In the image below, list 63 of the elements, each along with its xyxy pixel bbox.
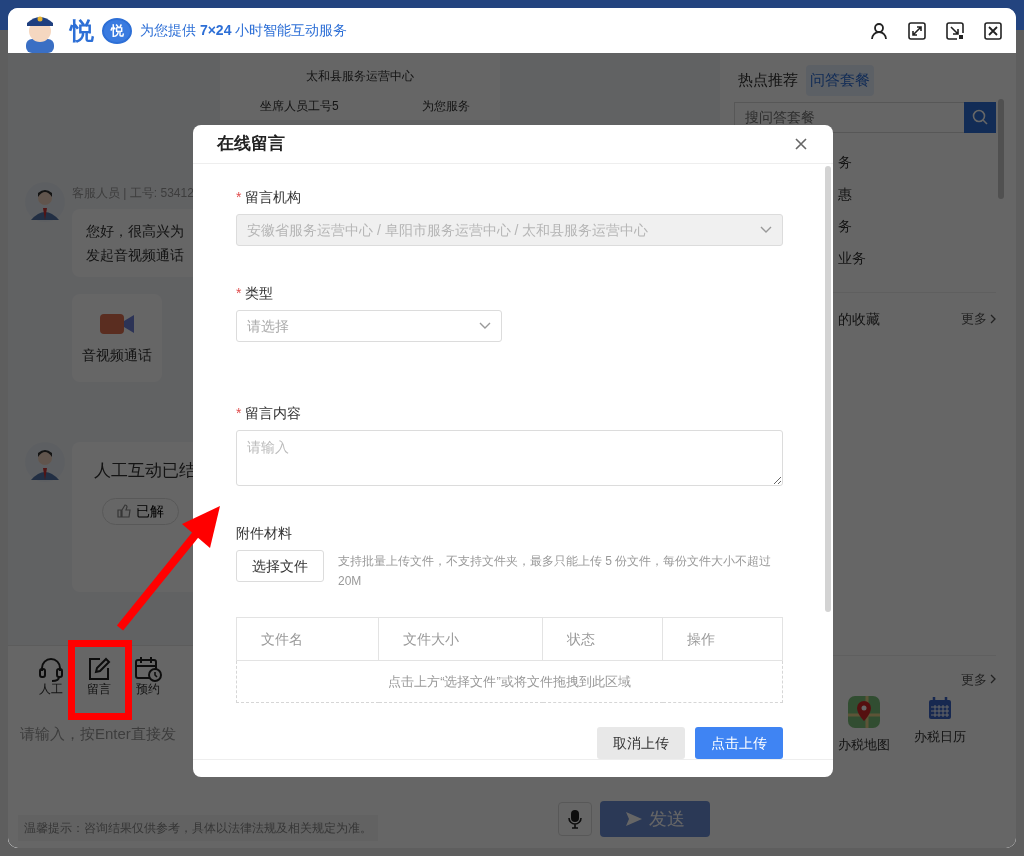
microphone-icon bbox=[568, 809, 582, 829]
slogan-text: 为您提供 7×24 小时智能互动服务 bbox=[140, 21, 348, 40]
map-pin-icon bbox=[847, 695, 881, 729]
field-label-text: 类型 bbox=[245, 285, 274, 302]
tool-shortcut[interactable]: 办税地图 bbox=[838, 695, 890, 755]
brand-name: 悦 bbox=[70, 18, 94, 43]
required-mark: * bbox=[236, 285, 242, 302]
user-icon[interactable] bbox=[870, 21, 888, 40]
chevron-right-icon bbox=[990, 314, 996, 324]
chevron-icon bbox=[479, 322, 491, 331]
panel-tab[interactable]: 热点推荐 bbox=[734, 65, 802, 96]
toolbar-button[interactable]: 留言 bbox=[82, 656, 116, 705]
field-label-text: 留言机构 bbox=[245, 189, 302, 206]
scrollbar-thumb[interactable] bbox=[825, 166, 831, 613]
list-item[interactable]: 务 bbox=[838, 209, 996, 242]
dialog-title: 在线留言 bbox=[217, 133, 285, 156]
message-text: 发起音视频通话 bbox=[86, 246, 184, 265]
column-header: 文件大小 bbox=[378, 617, 543, 661]
list-item[interactable]: 务 bbox=[838, 145, 996, 178]
chevron-right-icon bbox=[990, 674, 996, 685]
column-header: 状态 bbox=[542, 617, 663, 661]
headset-icon bbox=[38, 656, 64, 682]
message-text: 您好，很高兴为 bbox=[86, 222, 184, 241]
field-label: 附件材料 bbox=[236, 524, 293, 543]
tool-shortcut[interactable]: 办税日历 bbox=[914, 695, 966, 755]
required-mark: * bbox=[236, 405, 242, 422]
feedback-button[interactable]: 已解 bbox=[102, 497, 179, 525]
calendar-icon bbox=[927, 695, 953, 721]
list-item[interactable]: 惠 bbox=[838, 177, 996, 210]
toolbar-button[interactable]: 预约 bbox=[130, 656, 166, 705]
toolbar-button[interactable]: 人工 bbox=[34, 656, 68, 705]
calendar-clock-icon bbox=[134, 656, 162, 682]
edit-icon bbox=[86, 656, 112, 682]
search-icon bbox=[972, 109, 988, 125]
column-header: 操作 bbox=[662, 617, 783, 661]
section-title: 的收藏 bbox=[838, 309, 880, 329]
greeting-text: 为您服务 bbox=[422, 98, 470, 115]
upload-button[interactable]: 点击上传 bbox=[695, 727, 783, 760]
send-icon bbox=[625, 811, 643, 827]
video-call-button[interactable]: 音视频通话 bbox=[72, 294, 162, 382]
message-textarea[interactable]: 请输入 bbox=[236, 430, 783, 487]
close-icon[interactable] bbox=[984, 21, 1002, 40]
choose-file-button[interactable]: 选择文件 bbox=[236, 550, 324, 583]
search-button[interactable] bbox=[964, 101, 996, 133]
chevron-icon bbox=[760, 226, 772, 235]
list-item[interactable]: 业务 bbox=[838, 241, 996, 274]
minimize-icon[interactable] bbox=[946, 21, 964, 40]
field-label-text: 留言内容 bbox=[245, 405, 302, 422]
center-name: 太和县服务运营中心 bbox=[305, 68, 415, 85]
drop-zone[interactable]: 点击上方“选择文件”或将文件拖拽到此区域 bbox=[236, 660, 783, 703]
thumbs-up-icon bbox=[117, 504, 131, 518]
voice-button[interactable] bbox=[558, 802, 592, 836]
hint-text: 支持批量上传文件，不支持文件夹，最多只能上传 5 份文件，每份文件大小不超过 20M bbox=[338, 553, 773, 591]
select-field[interactable]: 请选择 bbox=[236, 310, 502, 343]
panel-tab[interactable]: 问答套餐 bbox=[806, 65, 874, 96]
logo-badge: 悦 bbox=[102, 17, 132, 44]
cancel-button[interactable]: 取消上传 bbox=[597, 727, 685, 760]
agent-id: 坐席人员工号5 bbox=[260, 98, 339, 115]
expand-icon[interactable] bbox=[908, 21, 926, 40]
more-link[interactable]: 更多 bbox=[961, 308, 996, 330]
more-link[interactable]: 更多 bbox=[961, 669, 996, 689]
required-mark: * bbox=[236, 189, 242, 206]
column-header: 文件名 bbox=[236, 617, 379, 661]
